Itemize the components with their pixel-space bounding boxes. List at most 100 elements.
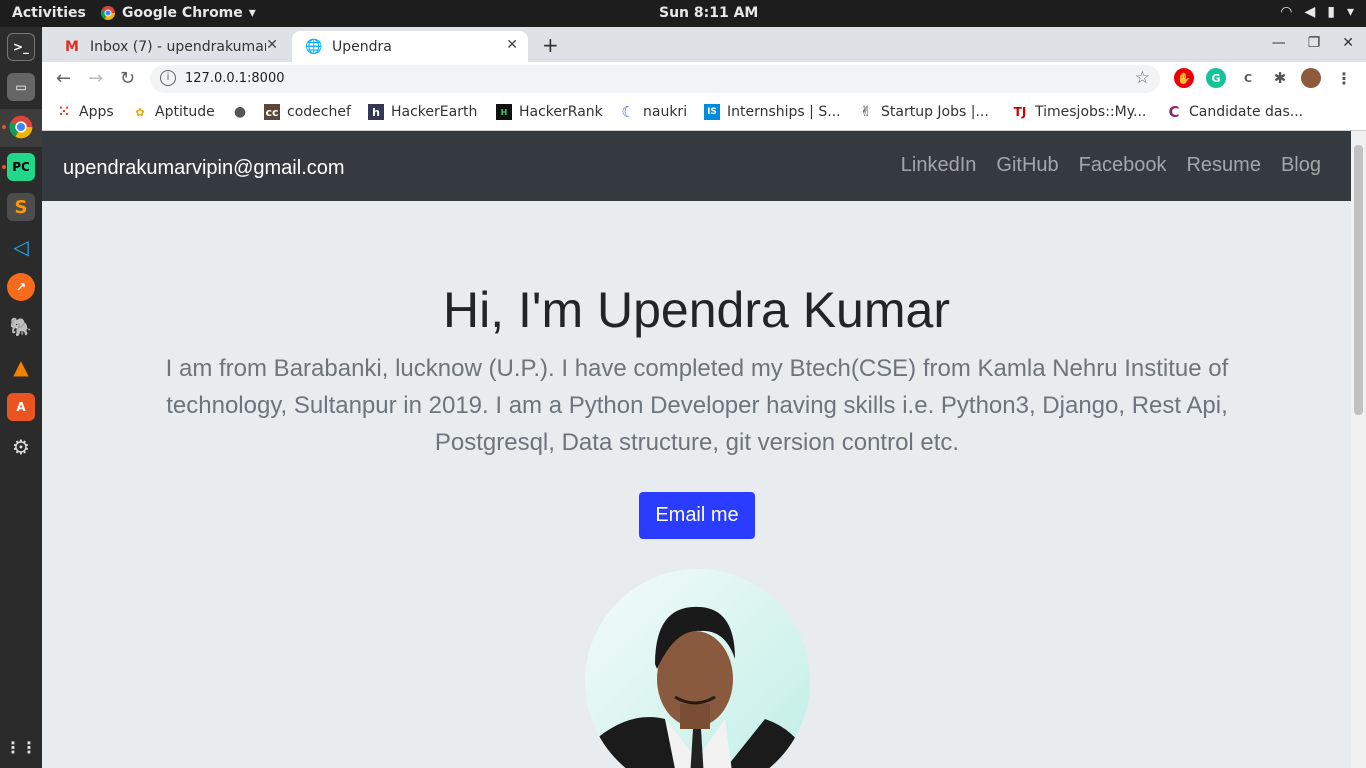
site-navbar: upendrakumarvipin@gmail.com LinkedIn Git…	[42, 131, 1351, 201]
files-icon[interactable]: ▭	[7, 73, 35, 101]
terminal-icon[interactable]: >_	[7, 33, 35, 61]
battery-icon: ▮	[1327, 4, 1335, 20]
bookmark-label: Candidate das...	[1189, 104, 1304, 120]
angellist-icon: ✌	[860, 104, 872, 120]
new-tab-icon[interactable]: +	[542, 33, 559, 57]
bookmark-internships[interactable]: IS Internships | S...	[704, 104, 841, 120]
bookmark-candidate[interactable]: C Candidate das...	[1166, 103, 1304, 121]
internshala-icon: IS	[704, 104, 720, 120]
profile-avatar[interactable]	[1301, 68, 1321, 88]
adblock-icon[interactable]: ✋	[1174, 68, 1194, 88]
sublime-text-icon[interactable]: S	[7, 193, 35, 221]
bookmark-label: Aptitude	[155, 104, 215, 120]
minimize-icon[interactable]: —	[1272, 35, 1286, 51]
dock: >_ ▭ PC S ◁ ↗ 🐘 ▲ A ⚙ ⋮⋮	[0, 27, 42, 768]
bookmark-label: Apps	[79, 104, 114, 120]
naukri-icon: ☾	[621, 103, 635, 121]
hero-intro: I am from Barabanki, lucknow (U.P.). I h…	[165, 355, 1229, 456]
extensions-puzzle-icon[interactable]: ✱	[1270, 68, 1290, 88]
tab-title: Inbox (7) - upendrakumar	[90, 38, 266, 55]
postgresql-icon[interactable]: 🐘	[7, 313, 35, 341]
bookmark-codechef[interactable]: cc codechef	[264, 104, 351, 120]
restore-icon[interactable]: ❐	[1308, 35, 1321, 51]
bookmark-label: HackerRank	[519, 104, 603, 120]
extension-c-icon[interactable]: C	[1238, 68, 1258, 88]
bookmark-hackerearth[interactable]: h HackerEarth	[368, 104, 477, 120]
chevron-down-icon: ▾	[1346, 4, 1354, 20]
bookmark-aptitude[interactable]: ✿ Aptitude	[132, 104, 215, 120]
bookmark-startup-jobs[interactable]: ✌ Startup Jobs |...	[858, 104, 989, 120]
gmail-icon: M	[65, 38, 79, 55]
wifi-icon: ◠	[1280, 4, 1293, 20]
globe-icon: 🌐	[305, 38, 323, 55]
tab-title: Upendra	[332, 38, 392, 55]
running-indicator	[2, 125, 6, 129]
hackerrank-icon: H	[496, 104, 512, 120]
bookmarks-bar: ⁙ Apps ✿ Aptitude ● cc codechef h Hacker…	[42, 96, 1366, 131]
page-viewport: upendrakumarvipin@gmail.com LinkedIn Git…	[42, 131, 1351, 768]
timesjobs-icon: TJ	[1013, 105, 1027, 119]
url-text[interactable]: 127.0.0.1:8000	[185, 71, 285, 86]
reload-icon[interactable]: ↻	[120, 68, 135, 89]
site-info-icon[interactable]: i	[160, 70, 176, 86]
close-window-icon[interactable]: ✕	[1342, 35, 1354, 51]
app-menu[interactable]: Google Chrome ▾	[100, 5, 256, 21]
tab-strip: M Inbox (7) - upendrakumar ✕ 🌐 Upendra ✕…	[42, 27, 1366, 62]
bookmark-naukri[interactable]: ☾ naukri	[620, 103, 688, 121]
hero-heading: Hi, I'm Upendra Kumar	[443, 282, 950, 338]
vscode-icon[interactable]: ◁	[7, 233, 35, 261]
apps-grid-icon: ⁙	[58, 104, 70, 120]
pycharm-icon[interactable]: PC	[7, 153, 35, 181]
app-menu-label: Google Chrome	[122, 5, 243, 21]
codechef-icon: cc	[264, 104, 280, 120]
bookmark-label: Timesjobs::My...	[1035, 104, 1147, 120]
system-tray[interactable]: ◠ ◀ ▮ ▾	[1280, 4, 1354, 20]
email-me-button[interactable]: Email me	[639, 492, 755, 539]
profile-photo	[585, 569, 810, 768]
vlc-icon[interactable]: ▲	[7, 353, 35, 381]
bookmark-hackerrank[interactable]: H HackerRank	[496, 104, 603, 120]
forward-arrow-icon[interactable]: →	[88, 68, 103, 89]
navbar-brand[interactable]: upendrakumarvipin@gmail.com	[63, 157, 345, 180]
browser-window: M Inbox (7) - upendrakumar ✕ 🌐 Upendra ✕…	[42, 27, 1366, 131]
menu-kebab-icon[interactable]: ⋮	[1334, 68, 1354, 88]
bookmark-apps[interactable]: ⁙ Apps	[56, 104, 114, 120]
nav-link-blog[interactable]: Blog	[1281, 154, 1321, 177]
window-controls: — ❐ ✕	[1272, 35, 1354, 51]
chrome-icon[interactable]	[7, 113, 35, 141]
chrome-icon	[100, 6, 115, 20]
bookmark-label: Internships | S...	[727, 104, 841, 120]
bookmark-star-icon[interactable]: ☆	[1135, 68, 1150, 88]
address-bar[interactable]: i 127.0.0.1:8000 ☆	[150, 65, 1160, 93]
page-scrollbar[interactable]	[1351, 131, 1366, 768]
bookmark-label: codechef	[287, 104, 351, 120]
tab-upendra[interactable]: 🌐 Upendra ✕	[292, 31, 528, 62]
nav-link-linkedin[interactable]: LinkedIn	[901, 154, 977, 177]
scrollbar-thumb[interactable]	[1354, 145, 1363, 415]
settings-gear-icon[interactable]: ⚙	[7, 433, 35, 461]
safari-compass-icon[interactable]: ↗	[7, 273, 35, 301]
clock[interactable]: Sun 8:11 AM	[659, 5, 758, 21]
show-apps-grid-icon[interactable]: ⋮⋮	[5, 733, 37, 761]
nav-links: LinkedIn GitHub Facebook Resume Blog	[901, 154, 1321, 177]
close-tab-icon[interactable]: ✕	[266, 37, 278, 53]
grammarly-icon[interactable]: G	[1206, 68, 1226, 88]
close-tab-icon[interactable]: ✕	[506, 37, 518, 53]
browser-toolbar: ← → ↻ i 127.0.0.1:8000 ☆ ✋ G C ✱ ⋮	[42, 62, 1366, 96]
nav-link-facebook[interactable]: Facebook	[1079, 154, 1167, 177]
nav-link-github[interactable]: GitHub	[996, 154, 1058, 177]
software-center-icon[interactable]: A	[7, 393, 35, 421]
bookmark-timesjobs[interactable]: TJ Timesjobs::My...	[1012, 104, 1147, 120]
nav-link-resume[interactable]: Resume	[1186, 154, 1260, 177]
back-arrow-icon[interactable]: ←	[56, 68, 71, 89]
bookmark-label: HackerEarth	[391, 104, 478, 120]
activities-button[interactable]: Activities	[12, 5, 86, 21]
running-indicator	[2, 165, 6, 169]
chevron-down-icon: ▾	[248, 5, 256, 21]
system-top-bar: Activities Google Chrome ▾ Sun 8:11 AM ◠…	[0, 0, 1366, 27]
volume-icon: ◀	[1304, 4, 1316, 20]
bookmark-globe[interactable]: ●	[232, 104, 248, 120]
tab-gmail[interactable]: M Inbox (7) - upendrakumar ✕	[50, 31, 288, 62]
bookmark-label: naukri	[643, 104, 688, 120]
bookmark-label: Startup Jobs |...	[881, 104, 989, 120]
